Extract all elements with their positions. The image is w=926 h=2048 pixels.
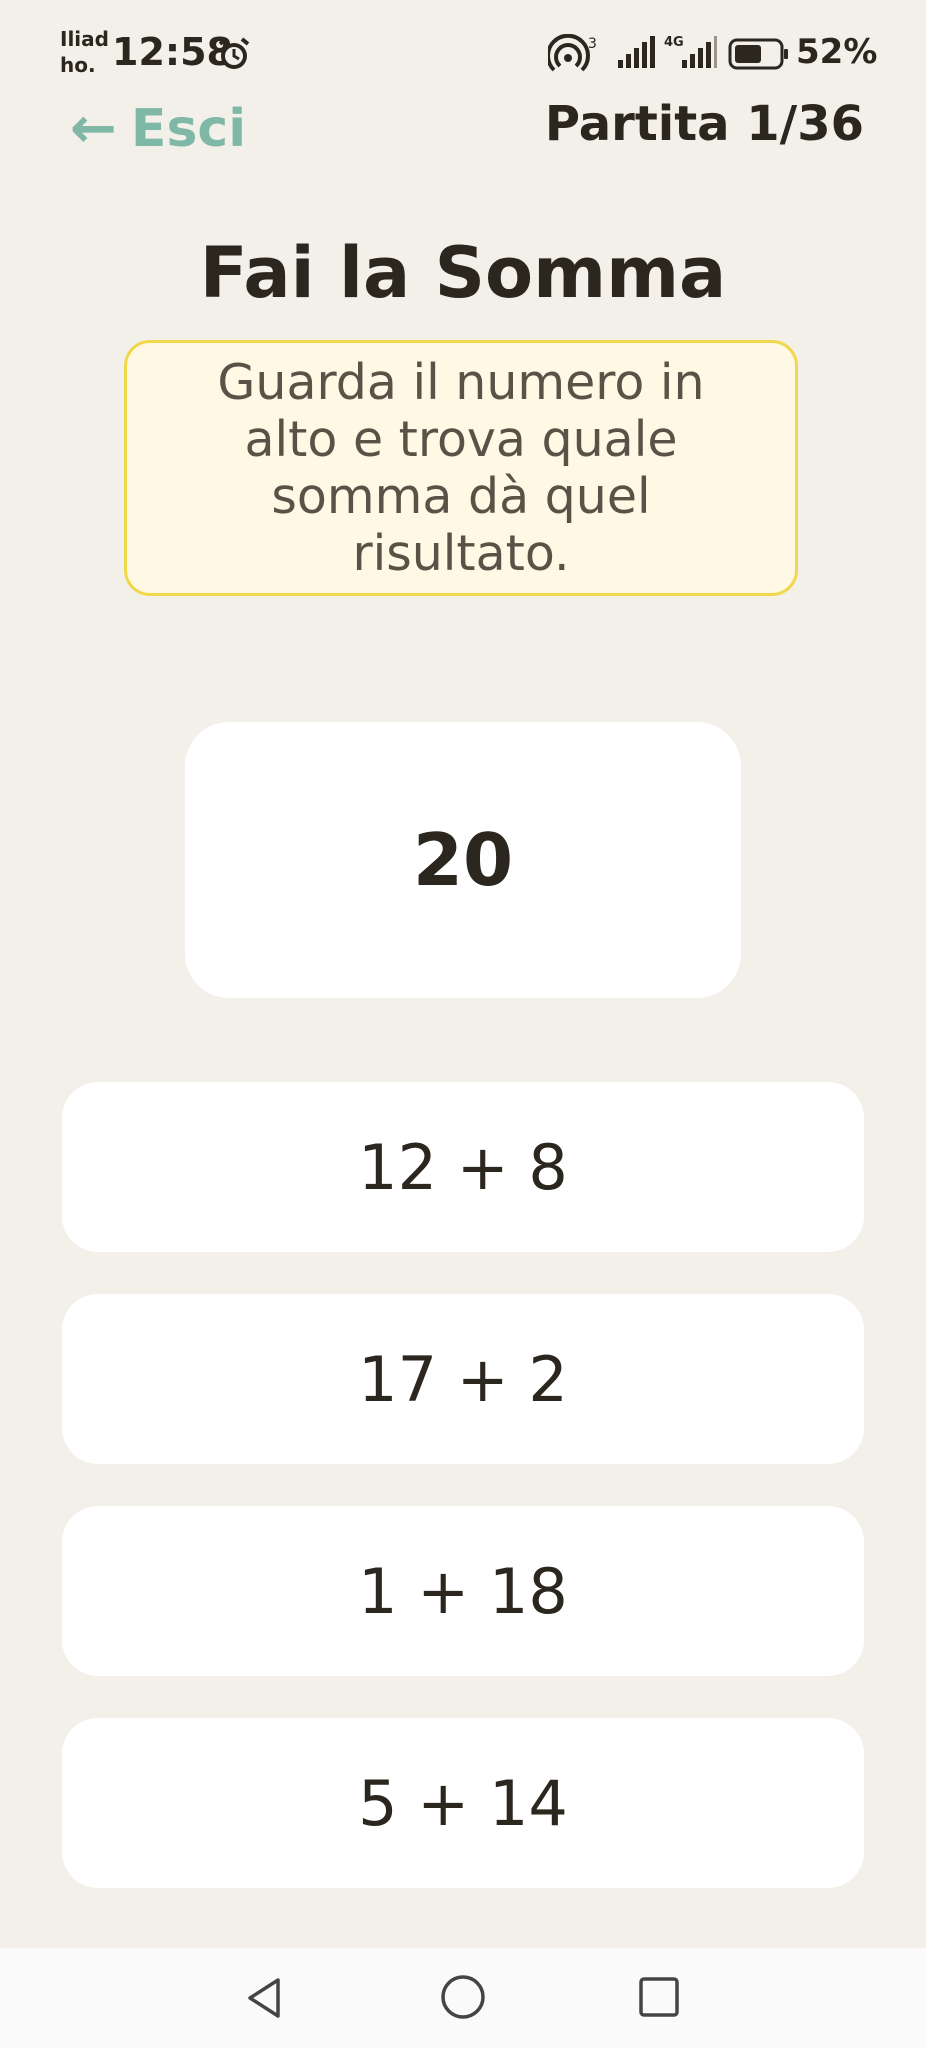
target-number: 20 [412, 818, 514, 902]
status-time: 12:58 [112, 30, 233, 74]
hotspot-icon: 3 [548, 34, 597, 72]
battery-percentage: 52% [796, 32, 878, 72]
svg-text:4G: 4G [664, 35, 684, 50]
exit-label: Esci [130, 98, 247, 159]
signal-icon [618, 36, 655, 68]
page-title: Fai la Somma [199, 232, 727, 314]
answer-option-1[interactable]: 12 + 8 [62, 1082, 864, 1252]
recents-square-icon[interactable] [636, 1974, 682, 2020]
answer-option-label: 17 + 2 [358, 1342, 568, 1416]
system-nav-bar [0, 1948, 926, 2048]
svg-text:3: 3 [588, 36, 597, 52]
carrier-line-1: Iliad [60, 27, 109, 51]
battery-icon [728, 38, 788, 70]
instruction-box: Guarda il numero in alto e trova quale s… [124, 340, 798, 596]
answer-option-label: 5 + 14 [358, 1766, 568, 1840]
answer-option-label: 12 + 8 [358, 1130, 568, 1204]
back-arrow-icon: ← [70, 96, 117, 161]
alarm-icon [218, 37, 250, 69]
carrier-line-2: ho. [60, 53, 96, 77]
game-progress: Partita 1/36 [544, 96, 864, 152]
target-number-card: 20 [185, 722, 741, 998]
home-circle-icon[interactable] [438, 1972, 488, 2022]
4g-signal-icon: 4G [664, 35, 717, 68]
back-triangle-icon[interactable] [240, 1974, 288, 2022]
exit-button[interactable]: ← Esci [70, 96, 246, 161]
instruction-text: Guarda il numero in alto e trova quale s… [217, 354, 705, 582]
carrier-label: Iliad ho. [60, 26, 109, 78]
answer-option-4[interactable]: 5 + 14 [62, 1718, 864, 1888]
status-bar: Iliad ho. 12:58 3 4G 52% [0, 0, 926, 100]
answer-option-3[interactable]: 1 + 18 [62, 1506, 864, 1676]
answer-option-2[interactable]: 17 + 2 [62, 1294, 864, 1464]
answer-option-label: 1 + 18 [358, 1554, 568, 1628]
